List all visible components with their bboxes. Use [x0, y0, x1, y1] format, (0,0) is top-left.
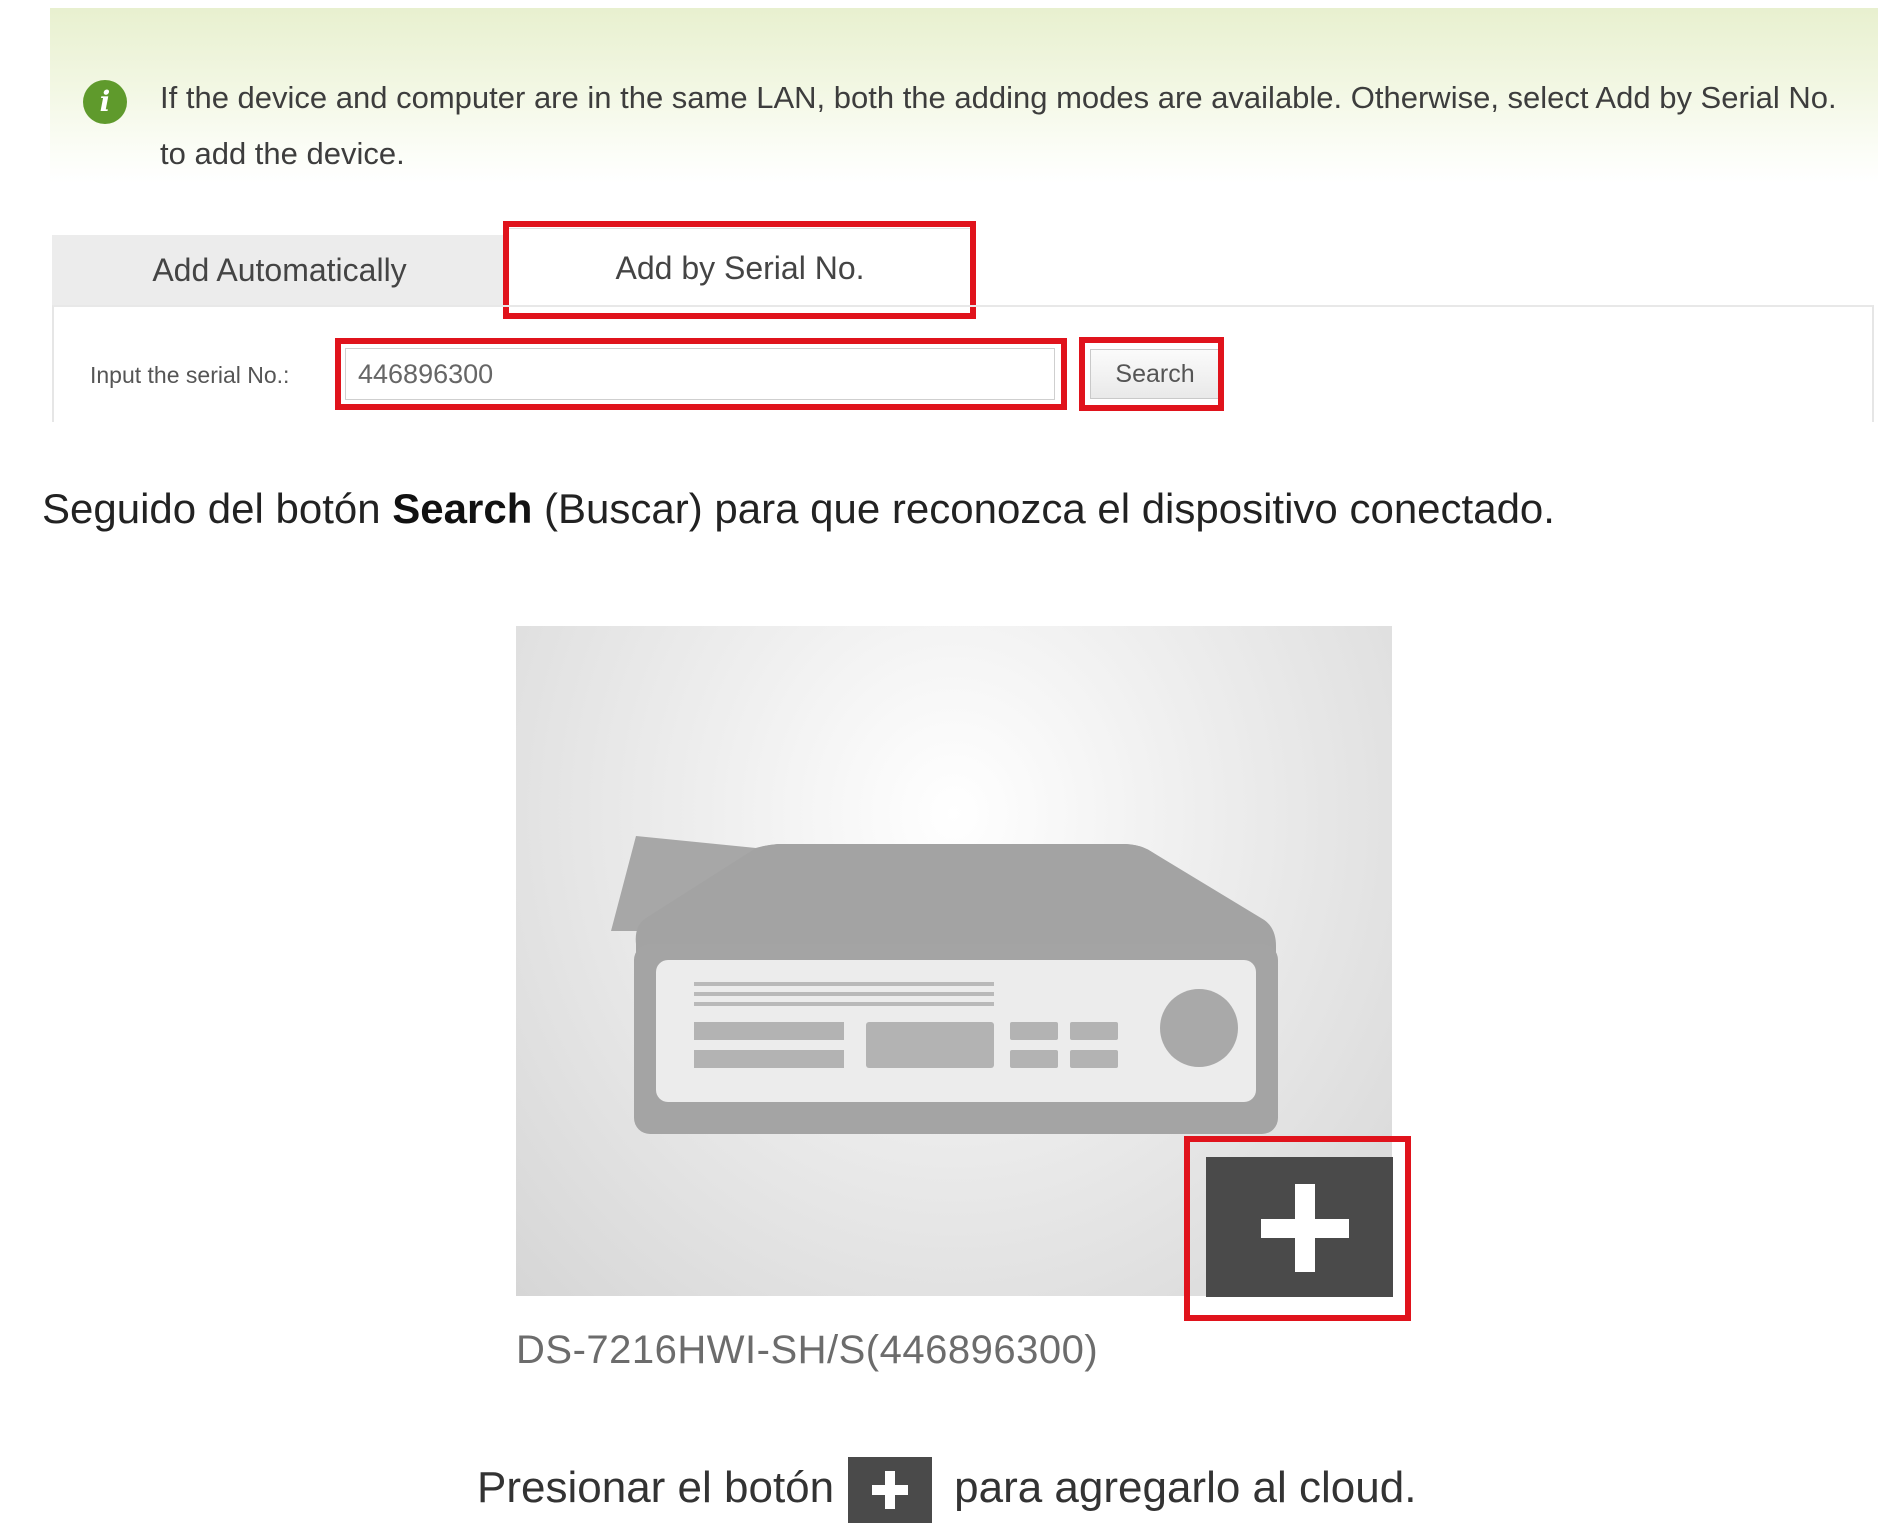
serial-number-input[interactable] [345, 348, 1055, 400]
add-device-button[interactable] [1206, 1157, 1393, 1297]
instruction-add: Presionar el botón para agregarlo al clo… [477, 1455, 1417, 1523]
tab-add-by-serial[interactable]: Add by Serial No. [507, 228, 973, 313]
serial-input-label: Input the serial No.: [90, 362, 290, 388]
instruction-search-after: (Buscar) para que reconozca el dispositi… [532, 485, 1555, 532]
plus-icon [848, 1457, 933, 1523]
instruction-add-before: Presionar el botón [477, 1463, 835, 1512]
instruction-search-bold: Search [392, 485, 533, 532]
instruction-search-before: Seguido del botón [42, 485, 393, 532]
plus-icon [1261, 1184, 1349, 1272]
device-name: DS-7216HWI-SH/S(446896300) [516, 1328, 1099, 1372]
info-message: If the device and computer are in the sa… [160, 80, 1837, 171]
instruction-search: Seguido del botón Search (Buscar) para q… [42, 485, 1555, 533]
instruction-add-after: para agregarlo al cloud. [954, 1463, 1417, 1512]
info-icon: i [83, 80, 127, 124]
search-button[interactable]: Search [1090, 349, 1220, 399]
tab-add-automatically[interactable]: Add Automatically [52, 235, 507, 307]
